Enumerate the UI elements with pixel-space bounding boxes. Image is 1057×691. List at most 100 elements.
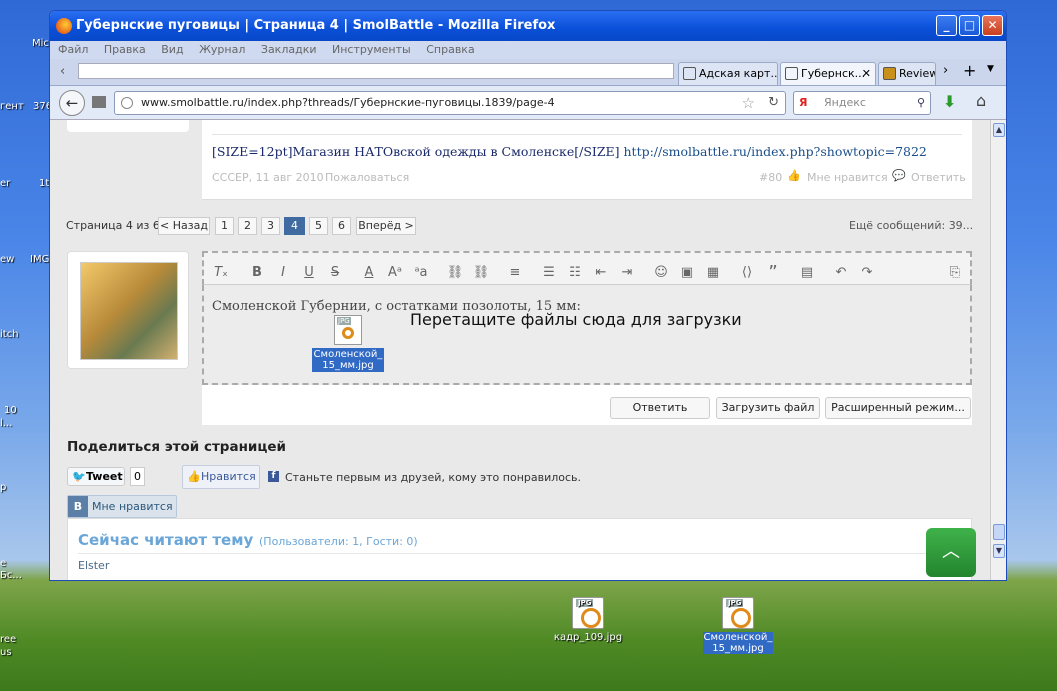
close-button[interactable]: ✕ — [982, 15, 1003, 36]
vertical-scrollbar[interactable]: ▲ ▼ — [990, 120, 1006, 580]
download-icon[interactable]: ⬇ — [943, 92, 956, 111]
vk-like-button[interactable]: В Мне нравится — [67, 495, 177, 518]
indent-icon[interactable]: ⇥ — [618, 264, 636, 282]
window-title: Губернские пуговицы | Страница 4 | SmolB… — [76, 18, 556, 33]
tab-gubernskie[interactable]: Губернск... ✕ — [780, 62, 876, 85]
avatar[interactable] — [80, 262, 178, 360]
tweet-button[interactable]: 🐦 Tweet — [67, 467, 125, 486]
menu-bookmarks[interactable]: Закладки — [261, 43, 317, 56]
desktop-edge-label: us — [0, 647, 12, 658]
font-color-icon[interactable]: A — [360, 264, 378, 282]
scroll-thumb[interactable] — [993, 524, 1005, 540]
font-family-icon[interactable]: ᵃa — [412, 264, 430, 282]
reload-icon[interactable]: ↻ — [768, 92, 779, 114]
page-prev-button[interactable]: < Назад — [158, 217, 210, 235]
desktop-file-icon[interactable]: JPG кадр_109.jpg — [548, 597, 628, 643]
fb-like-label: Нравится — [201, 470, 256, 483]
scroll-down-icon[interactable]: ▼ — [993, 544, 1005, 558]
save-draft-icon[interactable]: ▤ — [798, 264, 816, 282]
panorama-icon[interactable] — [92, 96, 106, 108]
desktop-edge-label: 10 — [4, 405, 17, 416]
search-input[interactable]: Я Яндекс ⚲ — [793, 91, 931, 115]
image-icon[interactable]: ▣ — [678, 264, 696, 282]
strikethrough-icon[interactable]: S — [326, 264, 344, 282]
menu-tools[interactable]: Инструменты — [332, 43, 411, 56]
reading-user[interactable]: Elster — [78, 559, 109, 572]
maximize-button[interactable]: □ — [959, 15, 980, 36]
jpg-ring — [342, 327, 354, 339]
back-icon[interactable]: ← — [59, 90, 85, 116]
bold-icon[interactable]: B — [248, 264, 266, 282]
bookmark-star-icon[interactable]: ☆ — [742, 92, 755, 114]
scroll-top-button[interactable]: ︿ — [926, 528, 976, 577]
like-link[interactable]: Мне нравится — [807, 171, 888, 184]
tab-scroll-left-icon[interactable]: ‹ — [60, 64, 65, 79]
desktop-file-label: Смоленской_15_мм.jpg — [703, 632, 773, 654]
editor-body[interactable]: Смоленской Губернии, с остатками позолот… — [202, 285, 972, 385]
scroll-up-icon[interactable]: ▲ — [993, 123, 1005, 137]
new-tab-icon[interactable]: + — [963, 61, 976, 80]
tab-hell-map[interactable]: Адская карт... — [678, 62, 778, 85]
address-url: www.smolbattle.ru/index.php?threads/Губе… — [141, 96, 555, 109]
menu-edit[interactable]: Правка — [104, 43, 146, 56]
italic-icon[interactable]: I — [274, 264, 292, 282]
desktop-file-icon[interactable]: JPG Смоленской_15_мм.jpg — [698, 597, 778, 654]
numbered-list-icon[interactable]: ☷ — [566, 264, 584, 282]
link-icon[interactable]: ⛓ — [446, 264, 464, 282]
tab-review[interactable]: Review — [878, 62, 936, 85]
title-bar[interactable]: Губернские пуговицы | Страница 4 | SmolB… — [50, 11, 1006, 41]
search-icon[interactable]: ⚲ — [917, 92, 925, 114]
align-icon[interactable]: ≡ — [506, 264, 524, 282]
undo-icon[interactable]: ↶ — [832, 264, 850, 282]
tab-close-icon[interactable]: ✕ — [862, 63, 871, 85]
home-icon[interactable]: ⌂ — [976, 91, 986, 110]
report-link[interactable]: Пожаловаться — [325, 171, 409, 184]
code-icon[interactable]: ⟨⟩ — [738, 264, 756, 282]
menu-help[interactable]: Справка — [426, 43, 474, 56]
fb-like-button[interactable]: 👍 Нравится — [182, 465, 260, 489]
vk-like-label: Мне нравится — [92, 500, 173, 513]
like-thumb-icon: 👍 — [787, 169, 801, 182]
editor: Tₓ B I U S A Aᵃ ᵃa ⛓ ⛓ ≡ ☰ ☷ ⇤ ⇥ ☺ ▣ ▦ ⟨… — [202, 251, 972, 425]
remove-format-icon[interactable]: Tₓ — [212, 264, 230, 282]
jpg-file-icon: JPG — [722, 597, 754, 629]
minimize-button[interactable]: _ — [936, 15, 957, 36]
post-number[interactable]: #80 — [759, 171, 782, 184]
menu-history[interactable]: Журнал — [199, 43, 245, 56]
page-button-6[interactable]: 6 — [332, 217, 351, 235]
address-bar[interactable]: www.smolbattle.ru/index.php?threads/Губе… — [114, 91, 786, 115]
media-icon[interactable]: ▦ — [704, 264, 722, 282]
jpg-file-icon: JPG — [572, 597, 604, 629]
reply-button[interactable]: Ответить — [610, 397, 710, 419]
tab-scroll-right-icon[interactable]: › — [943, 63, 948, 78]
page-button-2[interactable]: 2 — [238, 217, 257, 235]
page-next-button[interactable]: Вперёд > — [356, 217, 416, 235]
reply-link[interactable]: Ответить — [911, 171, 966, 184]
menu-file[interactable]: Файл — [58, 43, 88, 56]
tab-list-icon[interactable]: ▼ — [987, 64, 994, 74]
redo-icon[interactable]: ↷ — [858, 264, 876, 282]
page-button-4[interactable]: 4 — [284, 217, 305, 235]
page-button-3[interactable]: 3 — [261, 217, 280, 235]
advanced-mode-button[interactable]: Расширенный режим... — [825, 397, 971, 419]
chevron-up-icon: ︿ — [942, 541, 960, 562]
page-button-5[interactable]: 5 — [309, 217, 328, 235]
font-size-icon[interactable]: Aᵃ — [386, 264, 404, 282]
firefox-icon — [56, 18, 72, 34]
desktop-edge-label: 1t — [39, 178, 50, 189]
page-button-1[interactable]: 1 — [215, 217, 234, 235]
quote-icon[interactable]: ” — [764, 264, 782, 282]
upload-file-button[interactable]: Загрузить файл — [716, 397, 820, 419]
editor-toolbar: Tₓ B I U S A Aᵃ ᵃa ⛓ ⛓ ≡ ☰ ☷ ⇤ ⇥ ☺ ▣ ▦ ⟨… — [202, 251, 972, 285]
facebook-icon: f — [268, 471, 279, 482]
unlink-icon[interactable]: ⛓ — [472, 264, 490, 282]
post-link[interactable]: http://smolbattle.ru/index.php?showtopic… — [624, 144, 927, 159]
post-author-date[interactable]: CCCEP, 11 авг 2010 — [212, 171, 324, 184]
smiley-icon[interactable]: ☺ — [652, 264, 670, 282]
underline-icon[interactable]: U — [300, 264, 318, 282]
toggle-bbcode-icon[interactable]: ⎘ — [946, 264, 964, 282]
outdent-icon[interactable]: ⇤ — [592, 264, 610, 282]
menu-view[interactable]: Вид — [161, 43, 183, 56]
reading-title[interactable]: Сейчас читают тему — [78, 531, 253, 549]
bullet-list-icon[interactable]: ☰ — [540, 264, 558, 282]
